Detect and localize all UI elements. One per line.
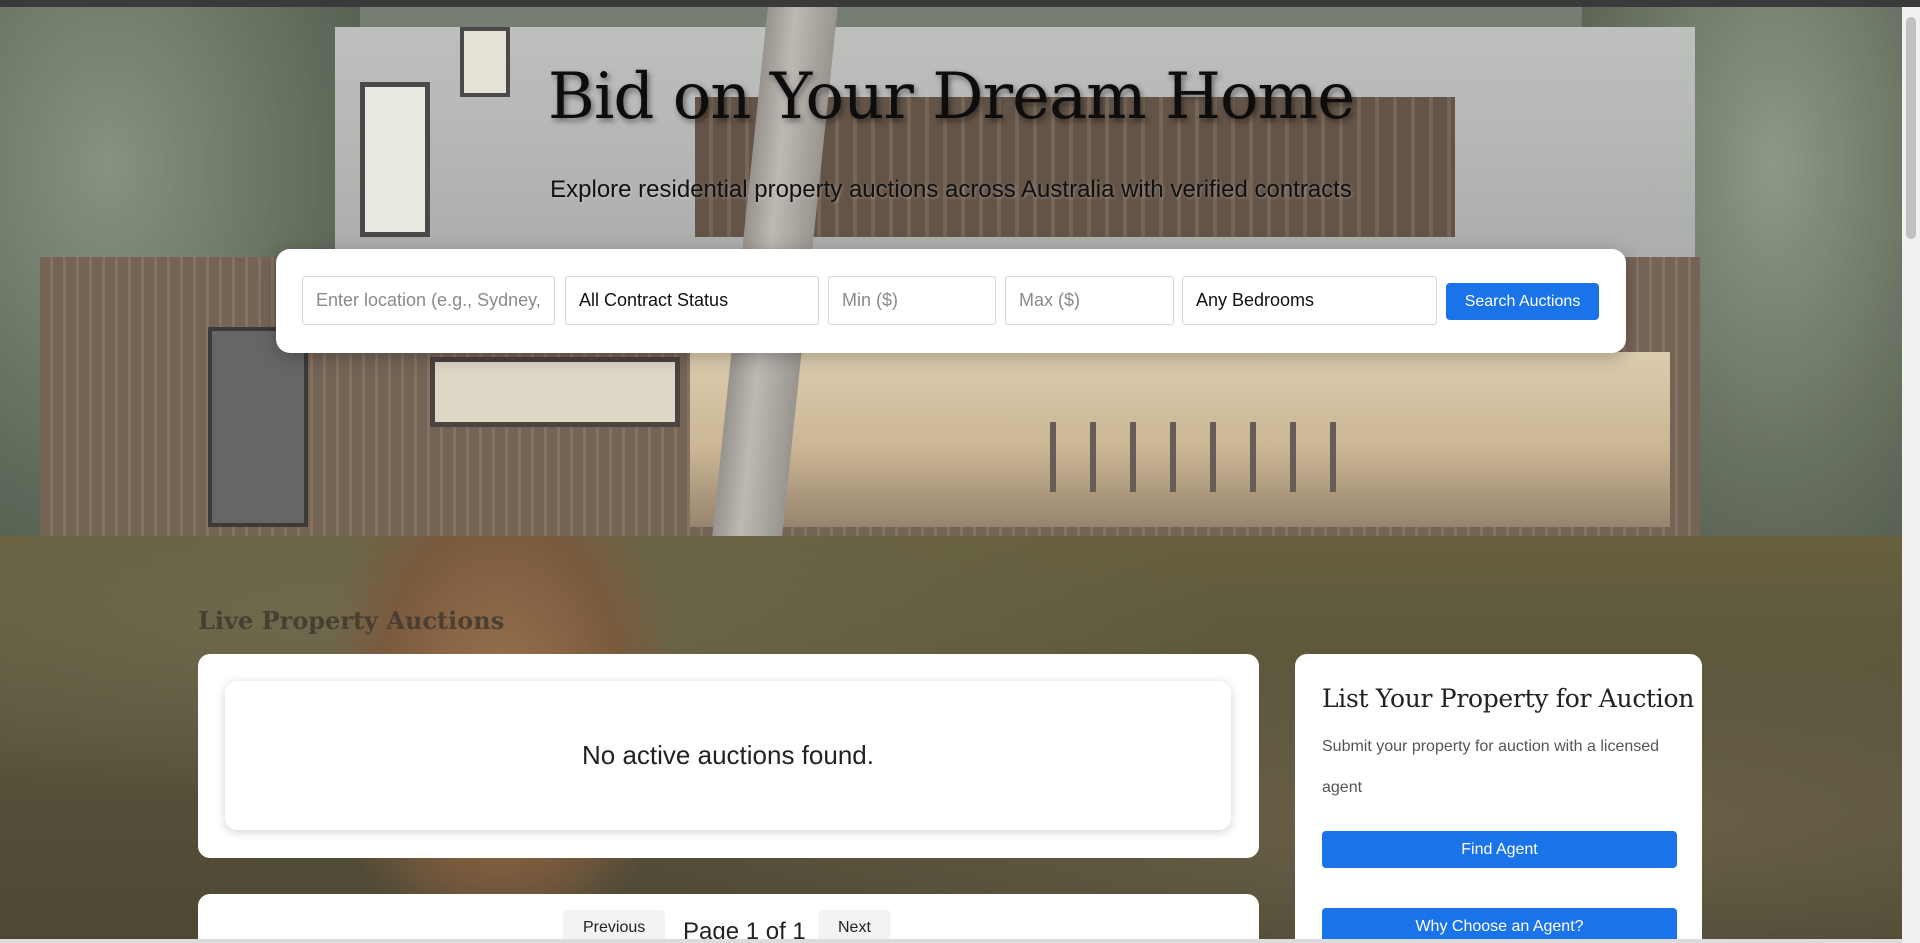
search-panel: All Contract Status Any Bedrooms Search … bbox=[276, 249, 1626, 353]
list-property-panel: List Your Property for Auction Submit yo… bbox=[1295, 654, 1702, 943]
bottom-edge bbox=[0, 939, 1902, 943]
list-property-title: List Your Property for Auction bbox=[1322, 684, 1695, 713]
min-price-input[interactable] bbox=[828, 276, 996, 325]
browser-top-edge bbox=[0, 0, 1920, 7]
hero-title: Bid on Your Dream Home bbox=[547, 60, 1355, 134]
hero-subtitle: Explore residential property auctions ac… bbox=[550, 176, 1352, 203]
max-price-input[interactable] bbox=[1005, 276, 1174, 325]
list-property-description: Submit your property for auction with a … bbox=[1322, 738, 1660, 796]
page-scrollbar[interactable] bbox=[1902, 7, 1920, 943]
location-input[interactable] bbox=[302, 276, 555, 325]
search-auctions-button[interactable]: Search Auctions bbox=[1446, 283, 1599, 320]
find-agent-button[interactable]: Find Agent bbox=[1322, 831, 1677, 868]
contract-status-select[interactable]: All Contract Status bbox=[565, 276, 819, 325]
empty-state-message: No active auctions found. bbox=[225, 681, 1231, 830]
scrollbar-thumb[interactable] bbox=[1906, 17, 1916, 239]
why-choose-agent-button[interactable]: Why Choose an Agent? bbox=[1322, 908, 1677, 943]
auctions-list-card: No active auctions found. bbox=[198, 654, 1259, 858]
pagination-bar: Previous Page 1 of 1 Next bbox=[198, 894, 1259, 943]
bedrooms-select[interactable]: Any Bedrooms bbox=[1182, 276, 1437, 325]
auctions-section-title: Live Property Auctions bbox=[198, 606, 505, 635]
